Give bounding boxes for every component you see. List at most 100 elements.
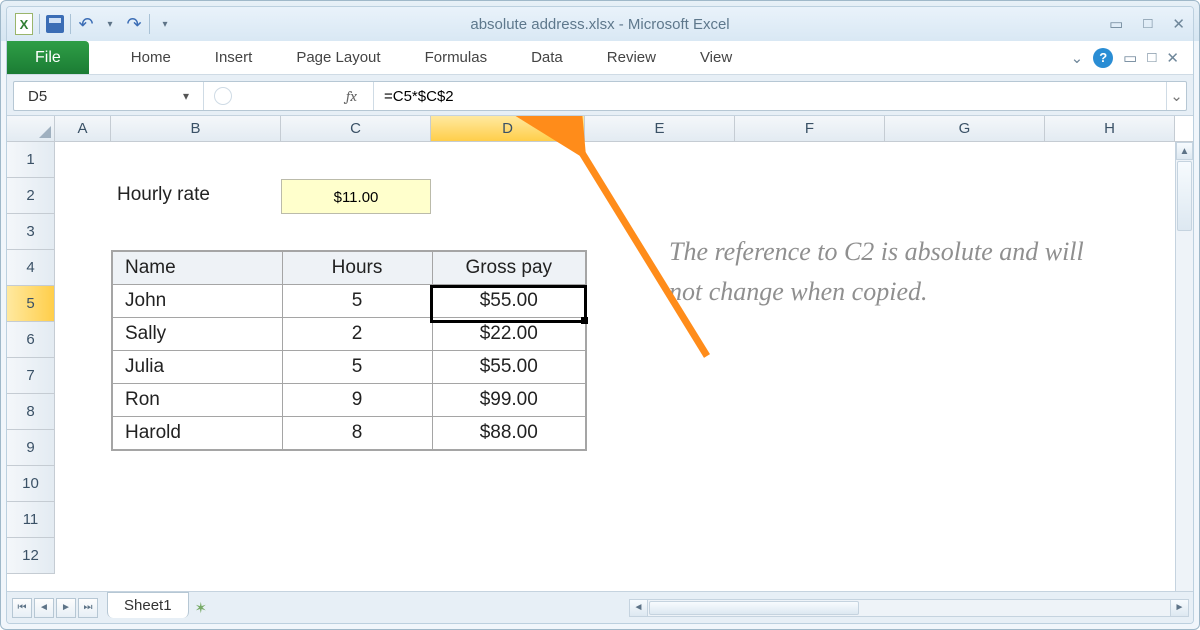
select-all-button[interactable] bbox=[7, 116, 55, 141]
table-row: Julia5$55.00 bbox=[112, 351, 586, 384]
window-controls: ▭ □ ✕ bbox=[1109, 15, 1185, 33]
close-icon[interactable]: ✕ bbox=[1172, 15, 1185, 33]
tab-view[interactable]: View bbox=[678, 41, 754, 74]
name-box[interactable]: D5 ▾ bbox=[14, 82, 204, 110]
help-icon[interactable]: ? bbox=[1093, 48, 1113, 68]
vertical-scrollbar[interactable]: ▲ bbox=[1175, 142, 1193, 600]
cell-name[interactable]: Ron bbox=[112, 384, 282, 417]
tab-insert[interactable]: Insert bbox=[193, 41, 275, 74]
formula-bar-area: D5 ▾ fx =C5*$C$2 ⌄ bbox=[7, 75, 1193, 116]
ribbon-tabs: File Home Insert Page Layout Formulas Da… bbox=[7, 41, 1193, 75]
cell-hours[interactable]: 9 bbox=[282, 384, 432, 417]
row-header-9[interactable]: 9 bbox=[7, 430, 55, 466]
formula-bar: D5 ▾ fx =C5*$C$2 ⌄ bbox=[13, 81, 1187, 111]
next-sheet-icon[interactable]: ► bbox=[56, 598, 76, 618]
th-hours: Hours bbox=[282, 251, 432, 285]
formula-input[interactable]: =C5*$C$2 bbox=[374, 82, 1166, 110]
row-header-2[interactable]: 2 bbox=[7, 178, 55, 214]
sheet-tab[interactable]: Sheet1 bbox=[107, 592, 189, 618]
scroll-right-icon[interactable]: ► bbox=[1170, 600, 1188, 616]
excel-window: ↶ ▾ ↷ ▾ absolute address.xlsx - Microsof… bbox=[0, 0, 1200, 630]
scroll-up-icon[interactable]: ▲ bbox=[1176, 142, 1193, 160]
horizontal-scrollbar[interactable]: ◄ ► bbox=[629, 599, 1189, 617]
tab-formulas[interactable]: Formulas bbox=[403, 41, 510, 74]
cell-hours[interactable]: 8 bbox=[282, 417, 432, 451]
minimize-icon[interactable]: ▭ bbox=[1109, 15, 1123, 33]
window-title: absolute address.xlsx - Microsoft Excel bbox=[7, 16, 1193, 33]
cell-name[interactable]: John bbox=[112, 285, 282, 318]
th-gross: Gross pay bbox=[432, 251, 586, 285]
sheet-canvas[interactable]: Hourly rate $11.00 Name Hours Gross pay … bbox=[55, 142, 1175, 600]
row-header-8[interactable]: 8 bbox=[7, 394, 55, 430]
col-header-h[interactable]: H bbox=[1045, 116, 1175, 141]
cell-hours[interactable]: 2 bbox=[282, 318, 432, 351]
last-sheet-icon[interactable]: ⏭ bbox=[78, 598, 98, 618]
tab-data[interactable]: Data bbox=[509, 41, 585, 74]
row-header-11[interactable]: 11 bbox=[7, 502, 55, 538]
doc-close-icon[interactable]: ✕ bbox=[1166, 49, 1179, 67]
annotation-text: The reference to C2 is absolute and will… bbox=[669, 232, 1099, 313]
cell-name[interactable]: Julia bbox=[112, 351, 282, 384]
fx-button-area: fx bbox=[204, 82, 374, 110]
th-name: Name bbox=[112, 251, 282, 285]
hourly-rate-value: $11.00 bbox=[334, 189, 379, 206]
col-header-a[interactable]: A bbox=[55, 116, 111, 141]
col-header-f[interactable]: F bbox=[735, 116, 885, 141]
table-row: Ron9$99.00 bbox=[112, 384, 586, 417]
new-sheet-icon[interactable]: ✶ bbox=[195, 599, 208, 617]
cell-gross[interactable]: $88.00 bbox=[432, 417, 586, 451]
column-headers: A B C D E F G H bbox=[7, 116, 1193, 142]
expand-formula-bar-icon[interactable]: ⌄ bbox=[1166, 82, 1186, 110]
hscroll-thumb[interactable] bbox=[649, 601, 859, 615]
pay-table: Name Hours Gross pay John5$55.00Sally2$2… bbox=[111, 250, 587, 451]
doc-restore-icon[interactable]: □ bbox=[1147, 49, 1156, 66]
col-header-c[interactable]: C bbox=[281, 116, 431, 141]
scroll-left-icon[interactable]: ◄ bbox=[630, 600, 648, 616]
title-bar: ↶ ▾ ↷ ▾ absolute address.xlsx - Microsof… bbox=[7, 7, 1193, 41]
col-header-g[interactable]: G bbox=[885, 116, 1045, 141]
maximize-icon[interactable]: □ bbox=[1143, 15, 1152, 33]
vscroll-thumb[interactable] bbox=[1177, 161, 1192, 231]
col-header-e[interactable]: E bbox=[585, 116, 735, 141]
undo-dropdown-icon[interactable]: ▾ bbox=[101, 15, 119, 33]
col-header-d[interactable]: D bbox=[431, 116, 585, 141]
fx-icon[interactable]: fx bbox=[346, 87, 357, 105]
row-header-4[interactable]: 4 bbox=[7, 250, 55, 286]
cell-name[interactable]: Sally bbox=[112, 318, 282, 351]
doc-minimize-icon[interactable]: ▭ bbox=[1123, 49, 1137, 67]
file-tab[interactable]: File bbox=[7, 41, 89, 74]
excel-icon bbox=[15, 15, 33, 33]
cell-gross[interactable]: $99.00 bbox=[432, 384, 586, 417]
col-header-b[interactable]: B bbox=[111, 116, 281, 141]
qat-dropdown-icon[interactable]: ▾ bbox=[156, 15, 174, 33]
cell-hours[interactable]: 5 bbox=[282, 285, 432, 318]
name-box-dropdown-icon[interactable]: ▾ bbox=[183, 89, 189, 103]
name-box-value: D5 bbox=[28, 88, 47, 105]
cell-name[interactable]: Harold bbox=[112, 417, 282, 451]
tab-page-layout[interactable]: Page Layout bbox=[274, 41, 402, 74]
hourly-rate-cell[interactable]: $11.00 bbox=[281, 179, 431, 214]
row-header-12[interactable]: 12 bbox=[7, 538, 55, 574]
cell-gross[interactable]: $55.00 bbox=[432, 351, 586, 384]
redo-icon[interactable]: ↷ bbox=[125, 15, 143, 33]
save-icon[interactable] bbox=[46, 15, 64, 33]
hourly-rate-label: Hourly rate bbox=[117, 184, 210, 206]
row-header-5[interactable]: 5 bbox=[7, 286, 55, 322]
prev-sheet-icon[interactable]: ◄ bbox=[34, 598, 54, 618]
row-header-10[interactable]: 10 bbox=[7, 466, 55, 502]
cancel-formula-icon[interactable] bbox=[214, 87, 232, 105]
active-cell[interactable] bbox=[430, 285, 587, 323]
tab-review[interactable]: Review bbox=[585, 41, 678, 74]
row-header-1[interactable]: 1 bbox=[7, 142, 55, 178]
tab-home[interactable]: Home bbox=[109, 41, 193, 74]
cell-hours[interactable]: 5 bbox=[282, 351, 432, 384]
row-header-7[interactable]: 7 bbox=[7, 358, 55, 394]
row-header-6[interactable]: 6 bbox=[7, 322, 55, 358]
ribbon-min-icon[interactable]: ⌄ bbox=[1071, 49, 1084, 67]
row-header-3[interactable]: 3 bbox=[7, 214, 55, 250]
sheet-tab-bar: ⏮ ◄ ► ⏭ Sheet1 ✶ ◄ ► bbox=[7, 591, 1193, 623]
formula-text: =C5*$C$2 bbox=[384, 88, 454, 105]
first-sheet-icon[interactable]: ⏮ bbox=[12, 598, 32, 618]
quick-access-toolbar: ↶ ▾ ↷ ▾ bbox=[15, 14, 174, 34]
undo-icon[interactable]: ↶ bbox=[77, 15, 95, 33]
